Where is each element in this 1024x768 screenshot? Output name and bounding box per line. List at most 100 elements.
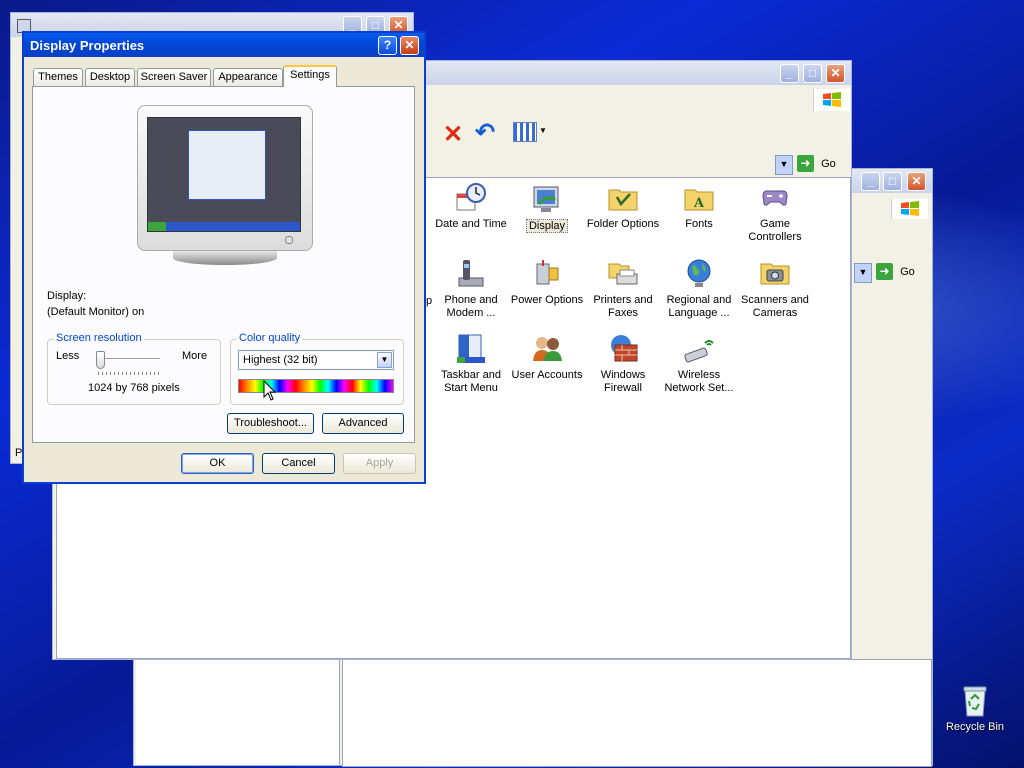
partial-item-label: p [426,295,433,307]
cp-item-label: Wireless Network Set... [664,369,734,394]
views-icon[interactable] [513,122,537,142]
close-button[interactable]: ✕ [907,172,926,191]
resolution-ticks [98,372,160,375]
address-dropdown-arrow[interactable]: ▼ [775,155,793,175]
cp-item-taskbar-start-menu[interactable]: Taskbar and Start Menu [433,333,509,395]
settings-panel: Display: (Default Monitor) on Screen res… [32,86,415,443]
wireless-network-icon [684,340,714,363]
chevron-down-icon[interactable]: ▼ [377,352,392,368]
cp-item-scanners-cameras[interactable]: Scanners and Cameras [737,258,813,320]
color-quality-value: Highest (32 bit) [243,354,318,366]
left-pane [136,659,340,765]
scanners-cameras-icon [760,263,790,285]
group-label: Color quality [237,332,303,344]
undo-icon[interactable]: ↶ [475,118,495,147]
views-dropdown-icon[interactable]: ▼ [539,126,547,135]
monitor-stand [173,251,277,265]
cp-item-label: Printers and Faxes [593,294,653,319]
apply-button[interactable]: Apply [343,453,416,474]
cp-item-label: Folder Options [586,218,660,230]
color-quality-select[interactable]: Highest (32 bit) ▼ [238,350,394,370]
monitor-screen [147,117,301,232]
maximize-button[interactable]: □ [883,172,902,191]
tab-settings[interactable]: Settings [283,65,337,87]
user-accounts-icon [533,337,562,361]
toolbar: ✕ ↶ ▼ [423,116,851,152]
cp-item-game-controllers[interactable]: Game Controllers [737,182,813,244]
cp-item-label: Game Controllers [748,218,802,243]
cp-item-display[interactable]: Display [509,184,585,233]
go-arrow-icon: ➜ [797,155,814,172]
close-button[interactable]: ✕ [400,36,419,55]
cp-item-label: Power Options [510,294,584,306]
resolution-slider-thumb[interactable] [96,351,105,369]
windows-firewall-icon [611,335,638,362]
cp-item-label: User Accounts [511,369,583,381]
preview-taskbar [148,222,300,231]
display-label: Display: [47,290,87,302]
resolution-slider-track[interactable] [96,358,160,362]
phone-modem-icon [458,260,484,287]
tab-appearance[interactable]: Appearance [213,68,283,86]
game-controllers-icon [762,190,788,206]
cp-item-windows-firewall[interactable]: Windows Firewall [585,333,661,395]
cp-item-fonts[interactable]: A Fonts [661,182,737,231]
minimize-button[interactable]: _ [780,64,799,83]
delete-icon[interactable]: ✕ [443,120,463,149]
go-label: Go [821,158,836,170]
cp-item-power-options[interactable]: Power Options [509,258,585,307]
date-time-icon [456,183,486,211]
cp-item-label: Taskbar and Start Menu [441,369,501,394]
recycle-bin[interactable]: Recycle Bin [942,684,1008,733]
address-dropdown-arrow[interactable]: ▼ [854,263,872,283]
taskbar-start-menu-icon [457,334,485,363]
cp-item-phone-modem[interactable]: Phone and Modem ... [433,258,509,320]
cp-item-wireless-network[interactable]: Wireless Network Set... [661,333,737,395]
go-button[interactable]: ➜ Go [876,263,926,283]
screen-resolution-group: Screen resolution Less More 1024 by 768 … [47,332,221,405]
regional-language-icon [687,259,711,287]
minimize-button[interactable]: _ [861,172,880,191]
cp-item-label: Date and Time [435,218,507,230]
tab-desktop[interactable]: Desktop [85,68,135,86]
cp-item-folder-options[interactable]: Folder Options [585,182,661,231]
go-arrow-icon: ➜ [876,263,893,280]
tab-screen-saver[interactable]: Screen Saver [137,68,211,86]
windows-logo-icon [813,89,850,111]
less-label: Less [56,350,80,362]
color-quality-group: Color quality Highest (32 bit) ▼ [230,332,404,405]
advanced-button[interactable]: Advanced [322,413,404,434]
cancel-button[interactable]: Cancel [262,453,335,474]
display-properties-dialog: Display Properties ? ✕ Themes Desktop Sc… [22,31,426,484]
monitor-power-icon [285,236,293,244]
go-label: Go [900,266,915,278]
close-button[interactable]: ✕ [826,64,845,83]
display-icon [533,186,559,212]
monitor-preview [137,105,313,251]
go-button[interactable]: ➜ Go [797,155,847,175]
mouse-cursor-icon [263,380,277,401]
cp-item-label: Phone and Modem ... [444,294,498,319]
tab-themes[interactable]: Themes [33,68,83,86]
cp-item-label: Scanners and Cameras [741,294,809,319]
cp-item-user-accounts[interactable]: User Accounts [509,333,585,382]
group-label: Screen resolution [54,332,144,344]
cp-item-date-time[interactable]: Date and Time [433,182,509,231]
cp-item-label: Windows Firewall [600,369,646,394]
svg-text:A: A [693,196,705,211]
display-value: (Default Monitor) on [47,306,145,318]
maximize-button[interactable]: □ [803,64,822,83]
preview-window [188,130,266,200]
cp-item-label: Fonts [685,218,713,230]
ok-button[interactable]: OK [181,453,254,474]
windows-logo-icon [891,199,928,219]
power-options-icon [536,260,559,285]
content-area [342,659,932,767]
recycle-bin-icon [963,686,987,717]
printers-faxes-icon [608,263,638,285]
fonts-icon: A [684,189,714,211]
cp-item-printers-faxes[interactable]: Printers and Faxes [585,258,661,320]
help-button[interactable]: ? [378,36,397,55]
cp-item-regional-language[interactable]: Regional and Language ... [661,258,737,320]
troubleshoot-button[interactable]: Troubleshoot... [227,413,314,434]
